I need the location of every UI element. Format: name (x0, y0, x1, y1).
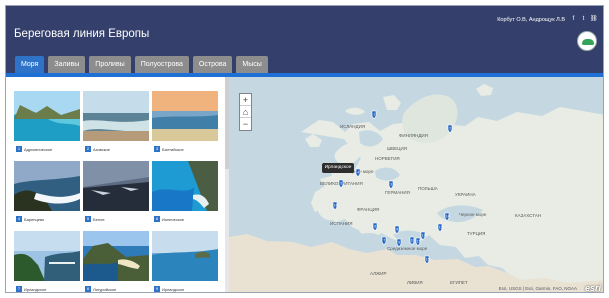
gallery-card[interactable]: 3 Балтийское (152, 91, 218, 161)
map-label: ИСПАНИЯ (330, 221, 352, 226)
card-label: Белое (93, 216, 105, 222)
gallery-grid: 1 Адриатическое 2 Азовское 3 Балтийское 4 Ба… (14, 91, 218, 292)
sea-photo-icon (14, 161, 80, 211)
sea-photo-icon (83, 91, 149, 141)
europe-map-icon: ИСЛАНДИЯ НОРВЕГИЯ ФИНЛЯНДИЯ ШВЕЦИЯ ВЕЛИК… (229, 77, 603, 292)
home-button[interactable]: ⌂ (240, 106, 251, 118)
card-number: 8 (85, 286, 91, 292)
facebook-icon[interactable]: f (570, 16, 577, 23)
tab-peninsulas[interactable]: Полуострова (134, 56, 189, 73)
card-label: Ионическое (162, 216, 185, 222)
gallery-card[interactable]: 4 Баренцево (14, 161, 80, 231)
map-label: КАЗАХСТАН (515, 213, 541, 218)
card-number: 1 (16, 146, 22, 152)
sea-photo-icon (152, 91, 218, 141)
card-number: 2 (85, 146, 91, 152)
map-attribution: Esri, USGS | Esri, Garmin, FAO, NOAA (498, 286, 577, 291)
gallery-card[interactable]: 7 Ирландское (14, 231, 80, 292)
map-label: ФРАНЦИЯ (357, 207, 379, 212)
tab-seas[interactable]: Моря (15, 56, 45, 73)
card-number: 5 (85, 216, 91, 222)
map-label: ТУРЦИЯ (467, 231, 485, 236)
map-zoom-controls: + ⌂ − (239, 93, 252, 131)
author-credit: Корбут О.В, Андрощук Л.В (497, 17, 565, 23)
svg-text:10: 10 (411, 238, 415, 242)
map-label: Черное море (459, 212, 487, 217)
app-title: Береговая линия Европы (14, 28, 150, 40)
card-label: Балтийское (162, 146, 184, 152)
card-number: 9 (154, 286, 160, 292)
card-label: Лигурийское (93, 286, 117, 292)
svg-text:15: 15 (426, 257, 430, 261)
map-label: ПОЛЬША (418, 186, 438, 191)
tab-bar: Моря Заливы Проливы Полуострова Острова … (15, 56, 268, 73)
map-view[interactable]: ИСЛАНДИЯ НОРВЕГИЯ ФИНЛЯНДИЯ ШВЕЦИЯ ВЕЛИК… (229, 77, 603, 293)
map-label: УКРАИНА (455, 192, 476, 197)
map-label: ШВЕЦИЯ (387, 146, 407, 151)
svg-text:3: 3 (390, 182, 392, 186)
svg-text:13: 13 (439, 225, 443, 229)
svg-text:16: 16 (334, 203, 338, 207)
card-label: Ирландское (24, 286, 47, 292)
sea-photo-icon (14, 91, 80, 141)
gallery-card[interactable]: 5 Белое (83, 161, 149, 231)
svg-text:5: 5 (340, 181, 342, 185)
svg-text:11: 11 (417, 239, 421, 243)
card-label: Азовское (93, 146, 111, 152)
zoom-in-button[interactable]: + (240, 94, 251, 106)
map-label: ФИНЛЯНДИЯ (399, 133, 428, 138)
card-number: 4 (16, 216, 22, 222)
tab-capes[interactable]: Мысы (236, 56, 268, 73)
tab-straits[interactable]: Проливы (89, 56, 131, 73)
tab-islands[interactable]: Острова (192, 56, 233, 73)
map-label: ЛИВИЯ (407, 280, 423, 285)
sea-photo-icon (83, 161, 149, 211)
map-label: ГЕРМАНИЯ (385, 190, 410, 195)
esri-logo: esri (584, 283, 601, 293)
gallery-card[interactable]: 8 Лигурийское (83, 231, 149, 292)
map-label: НОРВЕГИЯ (375, 156, 400, 161)
social-links: f t ⛓ (570, 16, 598, 23)
card-label: Ирландское (162, 286, 185, 292)
share-link-icon[interactable]: ⛓ (590, 16, 598, 23)
card-number: 7 (16, 286, 22, 292)
logo-icon (577, 31, 597, 51)
card-label: Баренцево (24, 216, 45, 222)
svg-text:1: 1 (373, 112, 375, 116)
sea-photo-icon (152, 231, 218, 281)
map-label: Средиземное море (387, 246, 428, 251)
svg-text:14: 14 (446, 214, 450, 218)
header-bar: Береговая линия Европы Корбут О.В, Андро… (6, 6, 603, 74)
svg-text:2: 2 (449, 126, 451, 130)
gallery-card[interactable]: 2 Азовское (83, 91, 149, 161)
card-label: Адриатическое (24, 146, 53, 152)
svg-text:4: 4 (357, 170, 359, 174)
gallery-card[interactable]: 9 Ирландское (152, 231, 218, 292)
gallery-panel: 1 Адриатическое 2 Азовское 3 Балтийское 4 Ба… (6, 77, 229, 292)
map-tooltip: Ирландское (322, 163, 354, 173)
svg-text:6: 6 (374, 224, 376, 228)
map-label: АЛЖИР (370, 271, 386, 276)
gallery-card[interactable]: 1 Адриатическое (14, 91, 80, 161)
svg-text:9: 9 (398, 240, 400, 244)
sea-photo-icon (14, 231, 80, 281)
svg-text:8: 8 (396, 227, 398, 231)
card-number: 6 (154, 216, 160, 222)
app-frame: Береговая линия Европы Корбут О.В, Андро… (5, 5, 604, 293)
svg-text:7: 7 (383, 238, 385, 242)
svg-text:12: 12 (422, 233, 426, 237)
gallery-card[interactable]: 6 Ионическое (152, 161, 218, 231)
card-number: 3 (154, 146, 160, 152)
twitter-icon[interactable]: t (580, 16, 587, 23)
map-label: ИСЛАНДИЯ (340, 124, 365, 129)
map-label: ЕГИПЕТ (450, 280, 468, 285)
sea-photo-icon (83, 231, 149, 281)
sea-photo-icon (152, 161, 218, 211)
tab-gulfs[interactable]: Заливы (48, 56, 86, 73)
zoom-out-button[interactable]: − (240, 118, 251, 130)
